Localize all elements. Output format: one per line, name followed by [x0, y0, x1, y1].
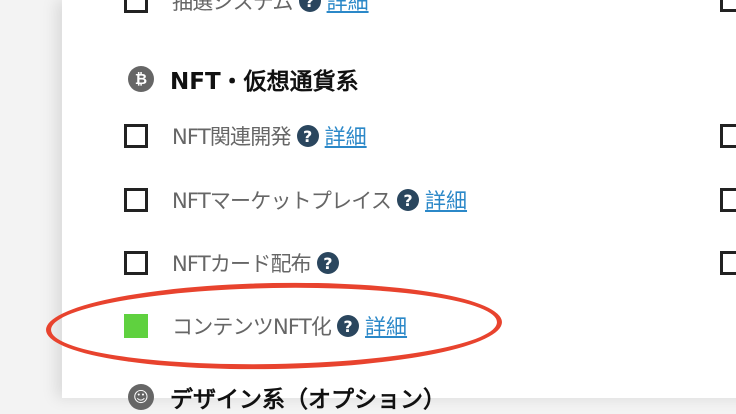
option-row-nft-marketplace: NFTマーケットプレイス ? 詳細 [124, 183, 467, 217]
checkbox-content-nft[interactable] [124, 314, 148, 338]
option-row-nft-dev: NFT関連開発 ? 詳細 [124, 119, 367, 153]
option-label: NFTカード配布 [172, 252, 312, 276]
option-row-nft-card: NFTカード配布 ? [124, 246, 339, 280]
option-label: 抽選システム [172, 0, 293, 14]
smiley-icon: ☺ [128, 384, 154, 410]
checkbox-nft-dev[interactable] [124, 124, 148, 148]
help-icon[interactable]: ? [298, 0, 321, 12]
help-icon[interactable]: ? [296, 125, 319, 147]
checkbox-right-column[interactable] [720, 124, 736, 148]
section-title: NFT・仮想通貨系 [170, 69, 359, 95]
help-icon[interactable]: ? [397, 189, 420, 211]
section-title: デザイン系（オプション） [170, 387, 446, 413]
option-label: コンテンツNFT化 [172, 315, 332, 339]
option-row-lottery-system: 抽選システム ? 詳細 [124, 0, 369, 18]
option-row-content-nft: コンテンツNFT化 ? 詳細 [124, 309, 407, 343]
detail-link[interactable]: 詳細 [425, 185, 467, 215]
section-header-nft: ₿ NFT・仮想通貨系 [128, 62, 359, 96]
detail-link[interactable]: 詳細 [325, 121, 367, 151]
help-icon[interactable]: ? [316, 252, 339, 274]
option-label: NFT関連開発 [172, 125, 291, 149]
checkbox-lottery-system[interactable] [124, 0, 148, 13]
checkbox-nft-marketplace[interactable] [124, 188, 148, 212]
detail-link[interactable]: 詳細 [327, 0, 369, 16]
checkbox-nft-card[interactable] [124, 251, 148, 275]
option-label: NFTマーケットプレイス [172, 189, 392, 213]
section-header-design: ☺ デザイン系（オプション） [128, 380, 446, 414]
bitcoin-icon: ₿ [128, 66, 154, 92]
checkbox-right-column[interactable] [720, 251, 736, 275]
checkbox-right-column[interactable] [720, 188, 736, 212]
help-icon[interactable]: ? [337, 315, 360, 337]
checkbox-right-column[interactable] [720, 0, 736, 12]
detail-link[interactable]: 詳細 [365, 311, 407, 341]
